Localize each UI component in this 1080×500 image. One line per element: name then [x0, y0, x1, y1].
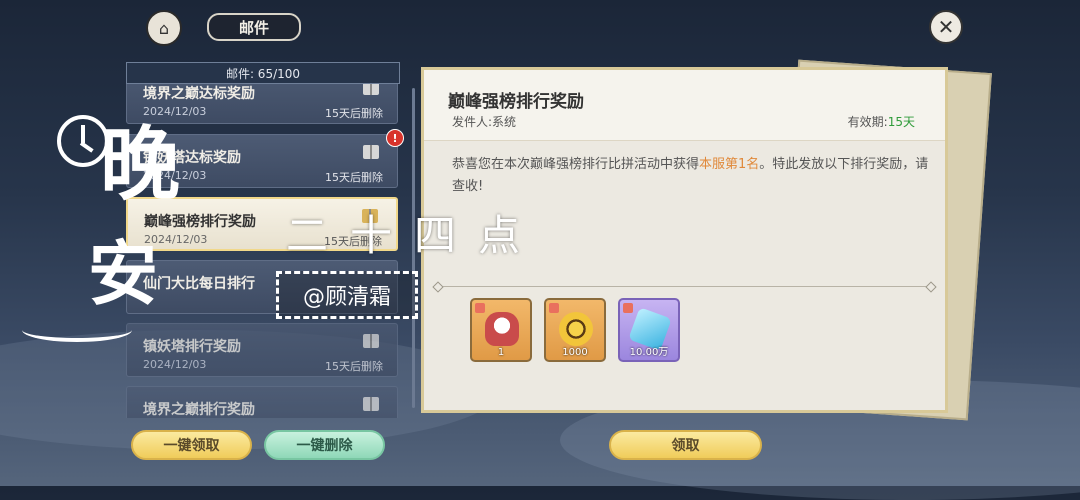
mail-date: 2024/12/03	[143, 358, 207, 371]
tag-icon	[475, 303, 485, 313]
gift-icon	[363, 145, 379, 159]
close-icon[interactable]: ✕	[929, 10, 963, 44]
reward-qty: 10.00万	[629, 347, 669, 358]
coin-icon	[559, 312, 593, 346]
reward-slot[interactable]: 1000	[544, 298, 606, 362]
mail-title: 仙门大比每日排行	[143, 276, 255, 292]
validity-label: 有效期:	[847, 115, 888, 129]
mail-expire: 15天后删除	[325, 360, 383, 373]
mail-count: 邮件: 65/100	[126, 62, 400, 84]
validity-days: 15天	[887, 115, 915, 129]
unread-badge: !	[386, 129, 404, 147]
content-highlight: 本服第1名	[699, 157, 760, 172]
detail-title: 巅峰强榜排行奖励	[448, 92, 584, 112]
mail-title: 境界之巅排行奖励	[143, 402, 255, 418]
page-title: 邮件	[207, 13, 301, 41]
reward-slot[interactable]: 1	[470, 298, 532, 362]
detail-header: 巅峰强榜排行奖励 发件人:系统 有效期:15天	[424, 70, 945, 141]
tag-icon	[623, 303, 633, 313]
mail-title: 镇妖塔排行奖励	[143, 339, 241, 355]
gift-icon	[363, 84, 379, 95]
reward-slot[interactable]: 10.00万	[618, 298, 680, 362]
tag-icon	[549, 303, 559, 313]
gift-icon	[363, 334, 379, 348]
mail-expire: 15天后删除	[325, 107, 383, 120]
coat-icon	[485, 312, 519, 346]
pagoda-icon[interactable]: ⌂	[146, 10, 182, 46]
content-text: 恭喜您在本次巅峰强榜排行比拼活动中获得	[452, 157, 700, 172]
delete-all-button[interactable]: 一键删除	[264, 430, 385, 460]
overlay-time: 二十四点	[286, 211, 543, 260]
detail-validity: 有效期:15天	[848, 113, 915, 130]
overlay-char-wan: 晚	[100, 118, 180, 211]
author-handle: @顾清霜	[276, 271, 418, 319]
detail-content: 恭喜您在本次巅峰强榜排行比拼活动中获得本服第1名。特此发放以下排行奖励，请查收!	[452, 154, 932, 198]
mail-expire: 15天后删除	[325, 171, 383, 184]
reward-qty: 1000	[562, 347, 588, 358]
detail-sender: 发件人:系统	[452, 115, 517, 129]
divider	[442, 286, 927, 287]
reward-qty: 1	[497, 347, 505, 358]
overlay-underline	[22, 318, 132, 342]
claim-button[interactable]: 领取	[609, 430, 762, 460]
overlay-char-an: 安	[88, 233, 158, 315]
gift-icon	[363, 397, 379, 411]
mail-item[interactable]: 镇妖塔排行奖励 2024/12/03 15天后删除	[126, 323, 398, 377]
claim-all-button[interactable]: 一键领取	[131, 430, 252, 460]
mail-item[interactable]: 境界之巅排行奖励	[126, 386, 398, 418]
